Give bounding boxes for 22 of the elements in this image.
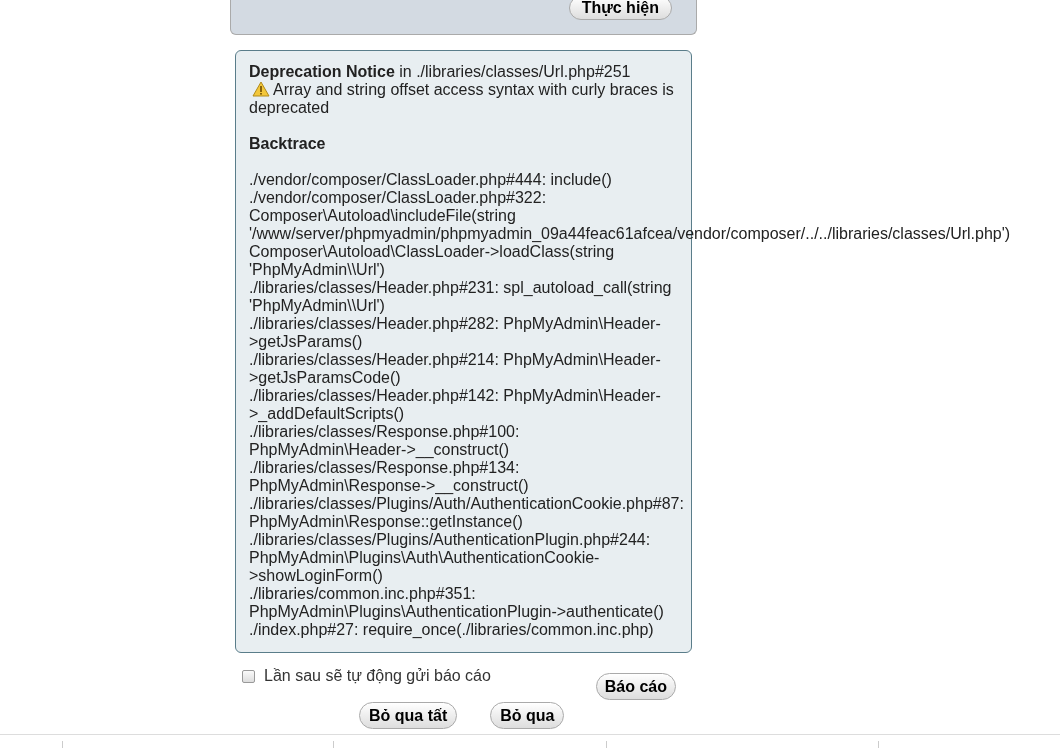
warning-icon	[252, 81, 270, 97]
checkbox-label: Lần sau sẽ tự động gửi báo cáo	[264, 667, 491, 685]
backtrace-line: Composer\Autoload\ClassLoader->loadClass(string 'PhpMyAdmin\\Url')	[249, 243, 615, 278]
backtrace-heading: Backtrace	[249, 135, 327, 153]
checkbox[interactable]	[242, 670, 255, 683]
backtrace-line: ./libraries/classes/Response.php#134: PhpMyAdmin\Response->__construct()	[249, 459, 529, 494]
backtrace-line: ./libraries/classes/Header.php#231: spl_autoload_call(string 'PhpMyAdmin\\Url')	[249, 279, 672, 314]
skip-button[interactable]: Bỏ qua	[490, 702, 565, 729]
report-button[interactable]: Báo cáo	[595, 673, 676, 700]
backtrace-line: ./libraries/classes/Plugins/Auth/AuthenticationCookie.php#87: PhpMyAdmin\Response::getInstance()	[249, 495, 684, 530]
run-button[interactable]: Thực hiện	[568, 0, 672, 20]
backtrace-line: ./index.php#27: require_once(./libraries/common.inc.php)	[249, 621, 654, 638]
backtrace-line: ./libraries/classes/Header.php#214: PhpMyAdmin\Header->getJsParamsCode()	[249, 351, 661, 386]
notice-title: Deprecation Notice in ./libraries/classes/Url.php#251	[249, 63, 632, 81]
skip-all-button[interactable]: Bỏ qua tất	[359, 702, 458, 729]
notice-message: Array and string offset access syntax with curly braces is deprecated	[249, 81, 675, 117]
backtrace-line: ./libraries/common.inc.php#351: PhpMyAdmin\Plugins\AuthenticationPlugin->authenticate()	[249, 585, 664, 620]
backtrace-line: ./libraries/classes/Header.php#282: PhpMyAdmin\Header->getJsParams()	[249, 315, 661, 350]
backtrace-line: ./libraries/classes/Header.php#142: PhpMyAdmin\Header->_addDefaultScripts()	[249, 387, 661, 422]
backtrace-line: ./libraries/classes/Response.php#100: PhpMyAdmin\Header->__construct()	[249, 423, 520, 458]
backtrace-line: ./libraries/classes/Plugins/AuthenticationPlugin.php#244: PhpMyAdmin\Plugins\Auth\AuthenticationCookie->showLoginForm()	[249, 531, 651, 584]
backtrace-line: ./vendor/composer/ClassLoader.php#444: include()	[249, 171, 612, 188]
